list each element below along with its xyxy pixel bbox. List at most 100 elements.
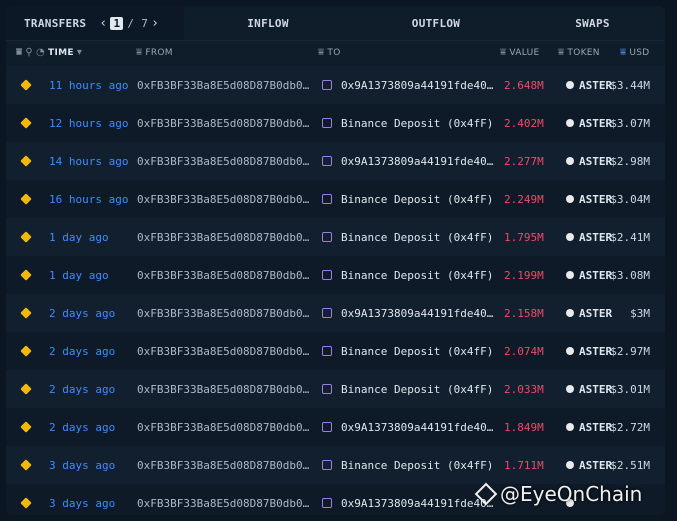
row-time[interactable]: 3 days ago <box>49 446 115 484</box>
row-time[interactable]: 3 days ago <box>49 484 115 515</box>
row-from[interactable]: 0xFB3BF33Ba8E5d08D87B0db0… <box>137 256 309 294</box>
table-row[interactable]: 2 days ago 0xFB3BF33Ba8E5d08D87B0db0… 0x… <box>6 294 665 332</box>
row-to[interactable]: Binance Deposit (0x4fF) <box>322 370 493 408</box>
table-row[interactable]: 2 days ago 0xFB3BF33Ba8E5d08D87B0db0… 0x… <box>6 408 665 446</box>
row-time[interactable]: 14 hours ago <box>49 142 128 180</box>
row-value: 1.711M <box>504 458 544 472</box>
column-header-token[interactable]: ⩸ TOKEN <box>558 47 600 58</box>
row-to[interactable]: Binance Deposit (0x4fF) <box>322 256 493 294</box>
sort-down-icon[interactable]: ▾ <box>77 47 82 58</box>
table-row[interactable]: 1 day ago 0xFB3BF33Ba8E5d08D87B0db0… Bin… <box>6 218 665 256</box>
row-time[interactable]: 2 days ago <box>49 370 115 408</box>
table-row[interactable]: 11 hours ago 0xFB3BF33Ba8E5d08D87B0db0… … <box>6 66 665 104</box>
filter-icon[interactable]: ⩸ <box>318 47 324 58</box>
row-to-label: Binance Deposit (0x4fF) <box>341 116 494 130</box>
row-to[interactable]: 0x9A1373809a44191fde40… <box>322 142 493 180</box>
row-to[interactable]: Binance Deposit (0x4fF) <box>322 180 493 218</box>
row-time[interactable]: 1 day ago <box>49 218 109 256</box>
row-from[interactable]: 0xFB3BF33Ba8E5d08D87B0db0… <box>137 332 309 370</box>
table-row[interactable]: 14 hours ago 0xFB3BF33Ba8E5d08D87B0db0… … <box>6 142 665 180</box>
row-to[interactable]: 0x9A1373809a44191fde40… <box>322 294 493 332</box>
table-row[interactable]: 1 day ago 0xFB3BF33Ba8E5d08D87B0db0… Bin… <box>6 256 665 294</box>
row-from[interactable]: 0xFB3BF33Ba8E5d08D87B0db0… <box>137 66 309 104</box>
row-to[interactable]: Binance Deposit (0x4fF) <box>322 218 493 256</box>
entity-icon <box>322 384 332 394</box>
row-token[interactable]: ASTER <box>566 408 612 446</box>
row-to[interactable]: 0x9A1373809a44191fde40… <box>322 408 493 446</box>
chain-icon <box>20 104 32 142</box>
row-token[interactable]: ASTER <box>566 332 612 370</box>
filter-icon[interactable]: ⩸ <box>136 47 142 58</box>
tab-bar: TRANSFERS ‹ 1 / 7 › INFLOW OUTFLOW SWAPS <box>6 6 665 41</box>
chevron-left-icon[interactable]: ‹ <box>96 16 110 31</box>
row-usd: $2.98M <box>610 154 650 168</box>
row-time[interactable]: 12 hours ago <box>49 104 128 142</box>
row-token[interactable]: ASTER <box>566 180 612 218</box>
column-usd-label: USD <box>629 47 650 58</box>
watermark: @EyeOnChain <box>474 482 642 506</box>
row-to[interactable]: 0x9A1373809a44191fde40… <box>322 484 493 515</box>
row-from[interactable]: 0xFB3BF33Ba8E5d08D87B0db0… <box>137 484 309 515</box>
row-from[interactable]: 0xFB3BF33Ba8E5d08D87B0db0… <box>137 408 309 446</box>
row-from[interactable]: 0xFB3BF33Ba8E5d08D87B0db0… <box>137 294 309 332</box>
filter-icon[interactable]: ⩸ <box>620 47 626 58</box>
row-token[interactable]: ASTER <box>566 370 612 408</box>
row-from[interactable]: 0xFB3BF33Ba8E5d08D87B0db0… <box>137 180 309 218</box>
filter-icon[interactable]: ⩸ <box>500 47 506 58</box>
column-header-to[interactable]: ⩸ TO <box>318 47 341 58</box>
row-token[interactable]: ASTER <box>566 66 612 104</box>
column-time-label: TIME <box>48 47 74 58</box>
row-token[interactable]: ASTER <box>566 256 612 294</box>
row-from[interactable]: 0xFB3BF33Ba8E5d08D87B0db0… <box>137 104 309 142</box>
row-value: 1.795M <box>504 230 544 244</box>
row-time[interactable]: 2 days ago <box>49 294 115 332</box>
table-row[interactable]: 12 hours ago 0xFB3BF33Ba8E5d08D87B0db0… … <box>6 104 665 142</box>
chain-icon <box>20 446 32 484</box>
column-header-usd[interactable]: ⩸ USD <box>620 47 650 58</box>
link-icon[interactable]: ⚲ <box>25 47 33 58</box>
table-row[interactable]: 3 days ago 0xFB3BF33Ba8E5d08D87B0db0… Bi… <box>6 446 665 484</box>
row-token-label: ASTER <box>579 116 613 130</box>
row-token[interactable]: ASTER <box>566 142 612 180</box>
page-current: 1 <box>110 16 124 30</box>
tab-transfers[interactable]: TRANSFERS ‹ 1 / 7 › <box>6 6 184 40</box>
row-time[interactable]: 11 hours ago <box>49 66 128 104</box>
row-token-label: ASTER <box>579 306 613 320</box>
entity-icon <box>322 156 332 166</box>
row-time[interactable]: 16 hours ago <box>49 180 128 218</box>
table-row[interactable]: 16 hours ago 0xFB3BF33Ba8E5d08D87B0db0… … <box>6 180 665 218</box>
column-header-value[interactable]: ⩸ VALUE <box>500 47 539 58</box>
row-value: 2.199M <box>504 268 544 282</box>
table-row[interactable]: 2 days ago 0xFB3BF33Ba8E5d08D87B0db0… Bi… <box>6 370 665 408</box>
chevron-right-icon[interactable]: › <box>148 16 162 31</box>
tab-swaps[interactable]: SWAPS <box>520 6 665 40</box>
row-from[interactable]: 0xFB3BF33Ba8E5d08D87B0db0… <box>137 218 309 256</box>
row-token[interactable]: ASTER <box>566 294 612 332</box>
row-time[interactable]: 1 day ago <box>49 256 109 294</box>
tab-outflow[interactable]: OUTFLOW <box>352 6 520 40</box>
token-icon <box>566 461 574 469</box>
row-time[interactable]: 2 days ago <box>49 408 115 446</box>
transfers-table: 11 hours ago 0xFB3BF33Ba8E5d08D87B0db0… … <box>6 66 665 515</box>
row-token-label: ASTER <box>579 420 613 434</box>
filter-icon[interactable]: ⩸ <box>16 47 22 58</box>
row-to-label: 0x9A1373809a44191fde40… <box>341 306 494 320</box>
row-to[interactable]: Binance Deposit (0x4fF) <box>322 104 493 142</box>
row-from[interactable]: 0xFB3BF33Ba8E5d08D87B0db0… <box>137 446 309 484</box>
row-to[interactable]: Binance Deposit (0x4fF) <box>322 446 493 484</box>
row-to[interactable]: 0x9A1373809a44191fde40… <box>322 66 493 104</box>
row-from[interactable]: 0xFB3BF33Ba8E5d08D87B0db0… <box>137 370 309 408</box>
column-to-label: TO <box>327 47 341 58</box>
row-to[interactable]: Binance Deposit (0x4fF) <box>322 332 493 370</box>
column-header-from[interactable]: ⩸ FROM <box>136 47 173 58</box>
row-from[interactable]: 0xFB3BF33Ba8E5d08D87B0db0… <box>137 142 309 180</box>
tab-inflow[interactable]: INFLOW <box>184 6 352 40</box>
filter-icon[interactable]: ⩸ <box>558 47 564 58</box>
row-to-label: Binance Deposit (0x4fF) <box>341 344 494 358</box>
row-time[interactable]: 2 days ago <box>49 332 115 370</box>
row-token[interactable]: ASTER <box>566 446 612 484</box>
row-token[interactable]: ASTER <box>566 104 612 142</box>
table-row[interactable]: 2 days ago 0xFB3BF33Ba8E5d08D87B0db0… Bi… <box>6 332 665 370</box>
column-header-time[interactable]: ⩸ ⚲ ◔ TIME ▾ <box>16 47 82 58</box>
row-token[interactable]: ASTER <box>566 218 612 256</box>
